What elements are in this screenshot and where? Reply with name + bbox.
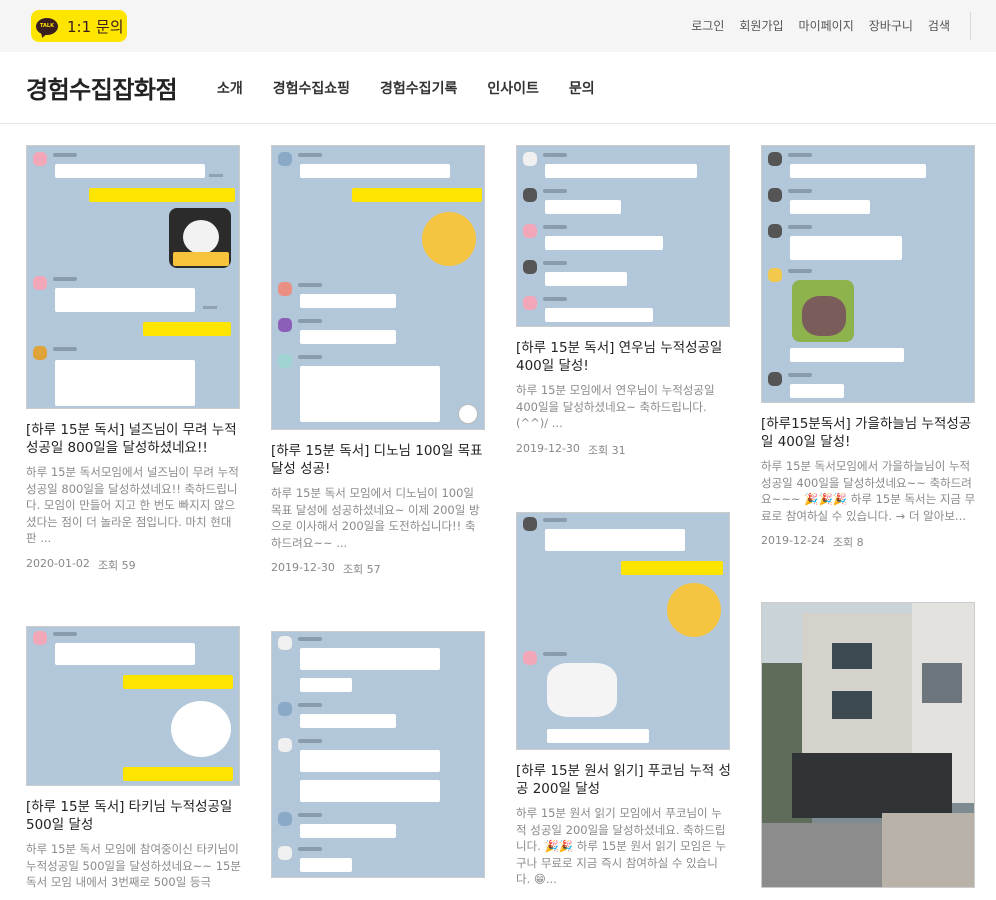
- post-thumbnail[interactable]: [761, 145, 975, 403]
- post-excerpt: 하루 15분 원서 읽기 모임에서 푸코님이 누적 성공일 200일을 달성하셨…: [516, 806, 727, 886]
- post-thumbnail[interactable]: [516, 512, 730, 750]
- post-meta: 2020-01-02 조회 59: [26, 557, 241, 573]
- signup-link[interactable]: 회원가입: [739, 17, 783, 34]
- post-date: 2019-12-30: [271, 561, 335, 574]
- post-title[interactable]: [하루 15분 원서 읽기] 푸코님 누적 성공 200일 달성: [516, 762, 731, 798]
- divider: [970, 12, 971, 40]
- talk-bubble-icon: TALK: [36, 17, 58, 35]
- post-card[interactable]: [761, 602, 976, 888]
- post-meta: 2019-12-30 조회 31: [516, 442, 731, 458]
- search-link[interactable]: 검색: [928, 17, 950, 34]
- post-excerpt: 하루 15분 독서모임에서 가을하늘님이 누적성공일 400일을 달성하셨네요~…: [761, 459, 976, 523]
- site-header: 경험수집잡화점 소개 경험수집쇼핑 경험수집기록 인사이트 문의: [0, 52, 996, 124]
- nav-item-insight[interactable]: 인사이트: [487, 78, 539, 98]
- nav-item-about[interactable]: 소개: [217, 78, 243, 98]
- post-thumbnail[interactable]: [26, 626, 240, 786]
- mypage-link[interactable]: 마이페이지: [799, 17, 854, 34]
- post-excerpt: 하루 15분 독서모임에서 널즈님이 무려 누적성공일 800일을 달성하셨네요…: [26, 465, 239, 545]
- post-card[interactable]: [하루 15분 독서] 연우님 누적성공일 400일 달성! 하루 15분 모임…: [516, 145, 731, 458]
- kakao-inquiry-label: 1:1 문의: [67, 17, 124, 36]
- post-thumbnail[interactable]: [516, 145, 730, 327]
- post-thumbnail[interactable]: [761, 602, 975, 888]
- post-card[interactable]: [하루 15분 독서] 타키님 누적성공일 500일 달성 하루 15분 독서 …: [26, 626, 241, 891]
- post-meta: 2019-12-30 조회 57: [271, 561, 486, 577]
- post-date: 2020-01-02: [26, 556, 90, 570]
- cart-link[interactable]: 장바구니: [869, 17, 913, 34]
- nav-item-inquiry[interactable]: 문의: [569, 78, 595, 98]
- post-title[interactable]: [하루 15분 독서] 널즈님이 무려 누적성공일 800일을 달성하셨네요!!: [26, 421, 241, 457]
- post-card[interactable]: [271, 631, 486, 878]
- post-title[interactable]: [하루 15분 독서] 타키님 누적성공일 500일 달성: [26, 798, 241, 834]
- post-title[interactable]: [하루 15분 독서] 디노님 100일 목표달성 성공!: [271, 442, 486, 478]
- post-views: 조회 8: [832, 536, 864, 549]
- post-excerpt: 하루 15분 독서 모임에서 디노님이 100일 목표 달성에 성공하셨네요~ …: [271, 486, 480, 550]
- post-excerpt: 하루 15분 모임에서 연우님이 누적성공일 400일을 달성하셨네요~ 축하드…: [516, 383, 715, 430]
- kakao-inquiry-button[interactable]: TALK 1:1 문의: [31, 10, 127, 42]
- nav-item-records[interactable]: 경험수집기록: [380, 78, 457, 98]
- post-excerpt: 하루 15분 독서 모임에 참여중이신 타키님이 누적성공일 500일을 달성하…: [26, 842, 241, 889]
- post-thumbnail[interactable]: [271, 631, 485, 878]
- post-card[interactable]: [하루 15분 독서] 디노님 100일 목표달성 성공! 하루 15분 독서 …: [271, 145, 486, 577]
- post-date: 2019-12-30: [516, 441, 580, 455]
- post-views: 조회 57: [342, 563, 381, 576]
- top-utility-bar: TALK 1:1 문의 로그인 회원가입 마이페이지 장바구니 검색: [0, 0, 996, 52]
- post-title[interactable]: [하루15분독서] 가을하늘님 누적성공일 400일 달성!: [761, 415, 976, 451]
- post-date: 2019-12-24: [761, 534, 825, 547]
- post-title[interactable]: [하루 15분 독서] 연우님 누적성공일 400일 달성!: [516, 339, 731, 375]
- post-views: 조회 31: [587, 443, 626, 457]
- post-meta: 2019-12-24 조회 8: [761, 534, 976, 550]
- post-views: 조회 59: [97, 558, 136, 572]
- post-card[interactable]: [하루15분독서] 가을하늘님 누적성공일 400일 달성! 하루 15분 독서…: [761, 145, 976, 550]
- main-nav: 소개 경험수집쇼핑 경험수집기록 인사이트 문의: [217, 78, 595, 98]
- post-card[interactable]: [하루 15분 독서] 널즈님이 무려 누적성공일 800일을 달성하셨네요!!…: [26, 145, 241, 573]
- post-card[interactable]: [하루 15분 원서 읽기] 푸코님 누적 성공 200일 달성 하루 15분 …: [516, 512, 731, 888]
- login-link[interactable]: 로그인: [691, 17, 724, 34]
- account-links: 로그인 회원가입 마이페이지 장바구니 검색: [691, 17, 950, 34]
- site-title[interactable]: 경험수집잡화점: [26, 70, 178, 105]
- post-thumbnail[interactable]: [271, 145, 485, 430]
- post-thumbnail[interactable]: [26, 145, 240, 409]
- nav-item-shop[interactable]: 경험수집쇼핑: [273, 78, 350, 98]
